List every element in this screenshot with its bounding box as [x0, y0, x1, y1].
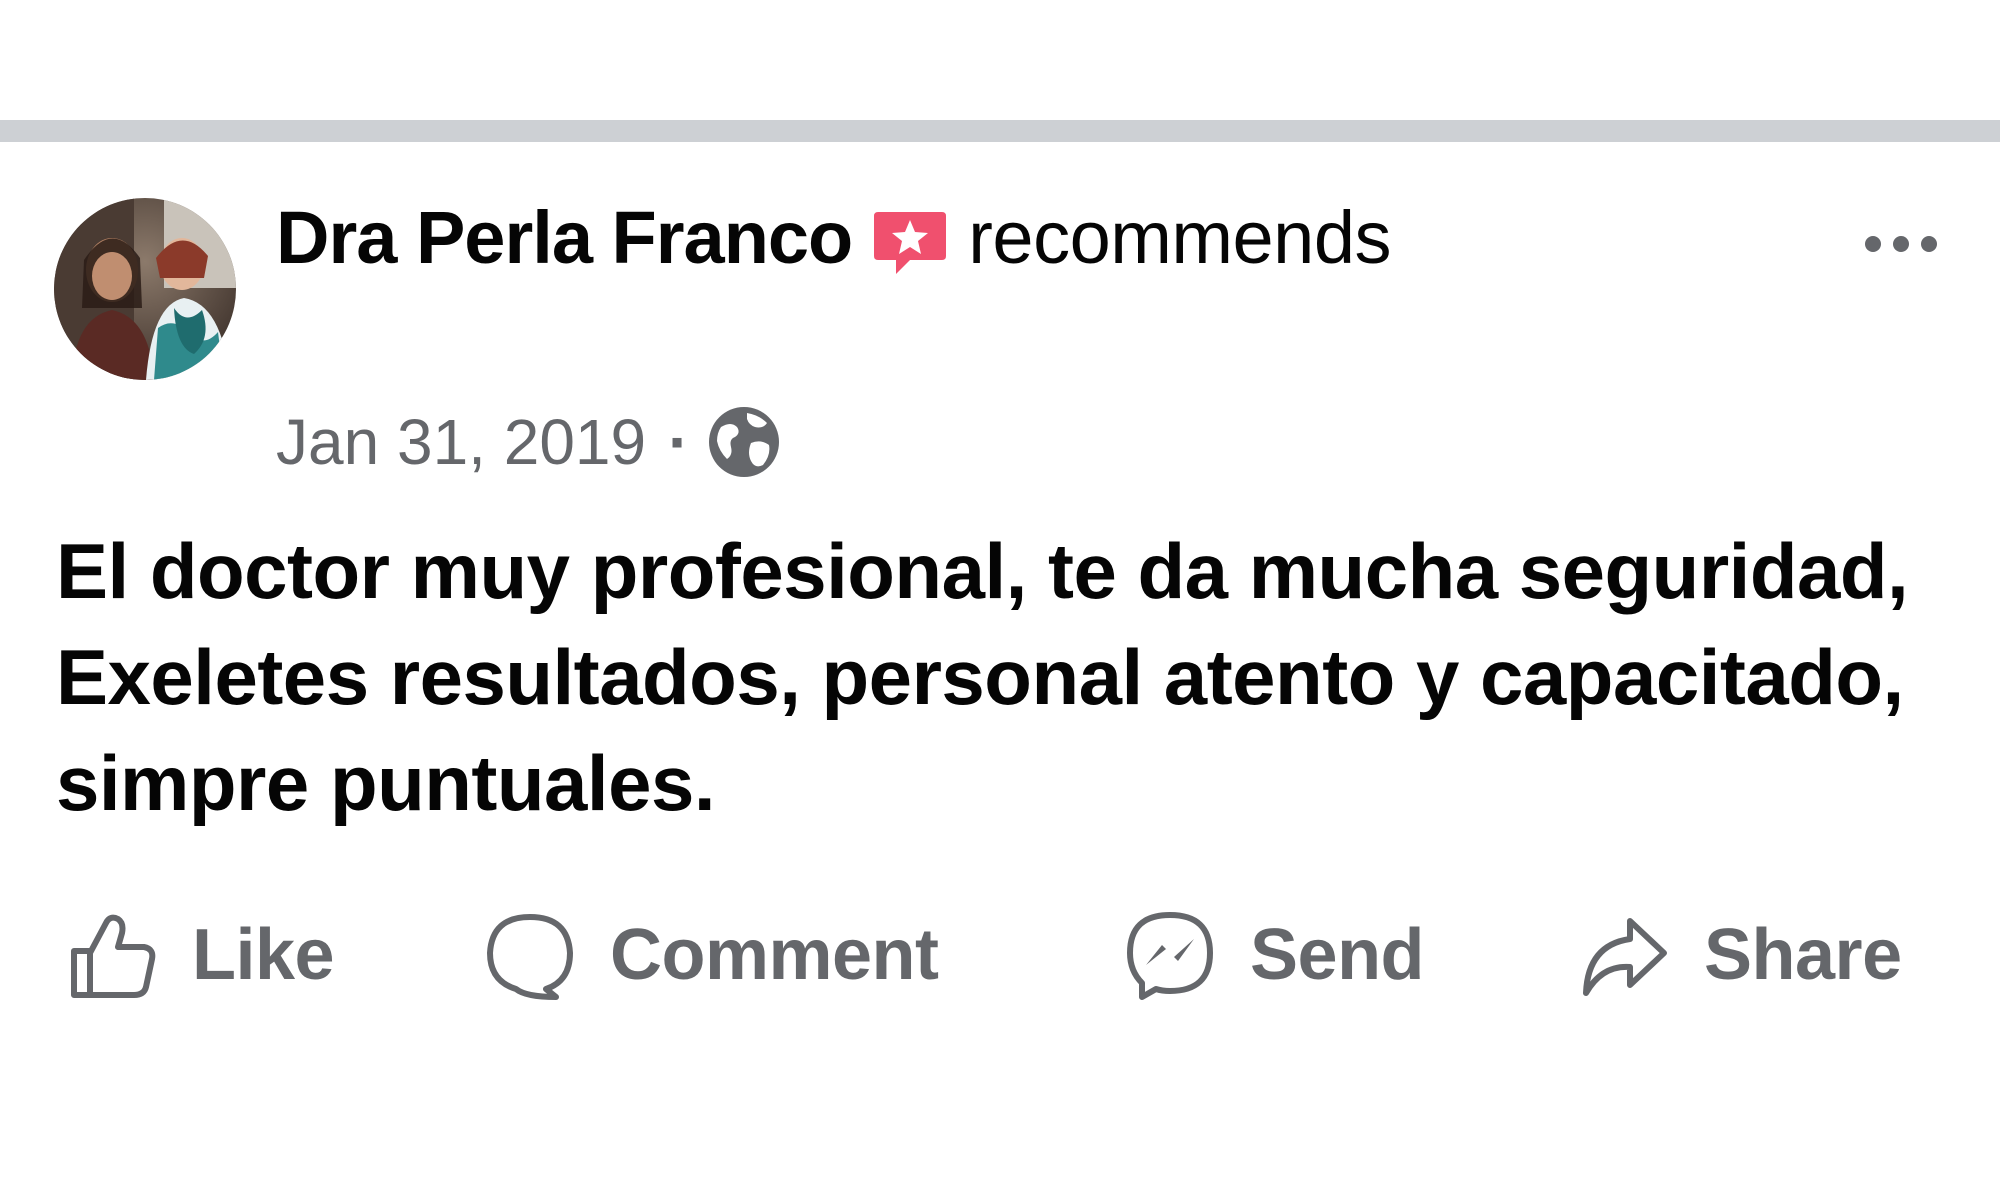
globe-icon [707, 405, 781, 479]
meta-separator: · [668, 406, 690, 478]
thumbs-up-icon [66, 909, 158, 1001]
share-button[interactable]: Share [1578, 900, 1902, 1010]
more-options-button[interactable] [1856, 218, 1946, 270]
recommendation-post: Dra Perla Franco recommends Jan 31, 2019… [0, 0, 2000, 1200]
comment-label: Comment [610, 915, 939, 995]
comment-button[interactable]: Comment [484, 900, 939, 1010]
like-button[interactable]: Like [66, 900, 335, 1010]
avatar-photo [54, 198, 236, 380]
post-header: Dra Perla Franco recommends [276, 192, 1391, 282]
author-name[interactable]: Dra Perla Franco [276, 195, 853, 280]
recommendation-star-icon [870, 202, 950, 282]
like-label: Like [192, 915, 335, 995]
post-text: El doctor muy profesional, te da mucha s… [56, 527, 1909, 827]
messenger-icon [1124, 909, 1216, 1001]
post-actions-bar: Like Comment Send Share [0, 900, 2000, 1010]
post-date[interactable]: Jan 31, 2019 [276, 405, 646, 479]
more-options-icon [1865, 236, 1937, 252]
share-label: Share [1704, 915, 1902, 995]
feed-divider [0, 120, 2000, 142]
author-avatar[interactable] [54, 198, 236, 380]
comment-icon [484, 909, 576, 1001]
send-button[interactable]: Send [1124, 900, 1425, 1010]
share-arrow-icon [1578, 909, 1670, 1001]
post-meta: Jan 31, 2019 · [276, 400, 781, 484]
recommends-text: recommends [968, 195, 1391, 279]
send-label: Send [1250, 915, 1425, 995]
